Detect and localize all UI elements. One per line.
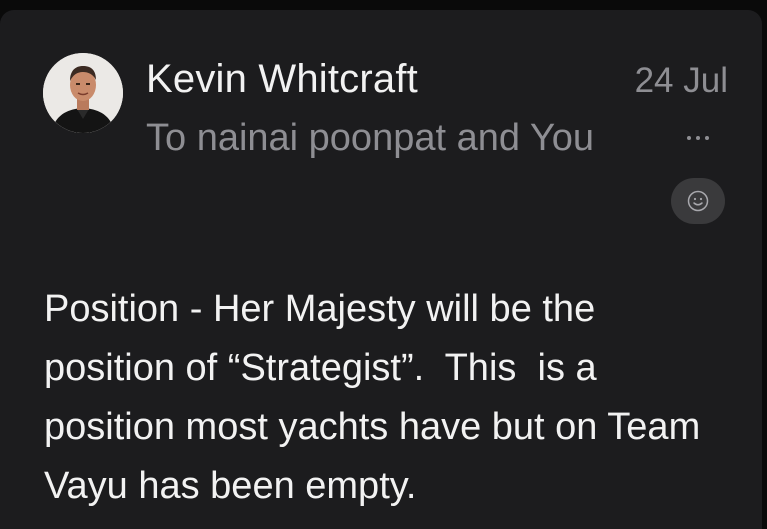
recipients-line[interactable]: To nainai poonpat and You — [146, 117, 594, 160]
message-date: 24 Jul — [634, 61, 728, 100]
message-body-line: Position - Her Majesty will be the — [44, 288, 596, 330]
sender-name[interactable]: Kevin Whitcraft — [146, 57, 418, 102]
more-horizontal-icon-dot — [696, 136, 700, 140]
more-horizontal-icon-dot — [687, 136, 691, 140]
sender-avatar[interactable] — [43, 53, 123, 133]
more-horizontal-icon-dot — [705, 136, 709, 140]
smiley-face-icon — [687, 190, 709, 212]
message-card: Kevin Whitcraft 24 Jul To nainai poonpat… — [0, 10, 762, 529]
message-body: Position - Her Majesty will be the posit… — [44, 280, 744, 516]
add-reaction-button[interactable] — [671, 178, 725, 224]
more-options-button[interactable] — [678, 128, 718, 148]
message-body-line: position of “Strategist”. This is a — [44, 347, 597, 389]
person-photo-icon — [43, 53, 123, 133]
message-body-line: Vayu has been empty. — [44, 465, 417, 507]
message-body-line: position most yachts have but on Team — [44, 406, 701, 448]
